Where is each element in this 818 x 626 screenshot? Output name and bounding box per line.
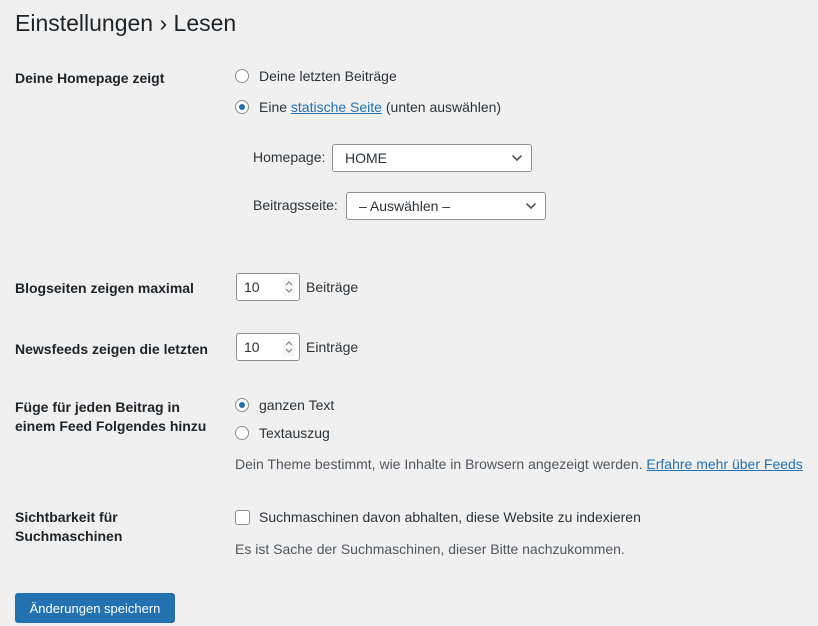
radio-static-page[interactable] <box>235 100 249 114</box>
discourage-search-label: Suchmaschinen davon abhalten, diese Webs… <box>259 509 641 525</box>
feed-content-label: Füge für jeden Beitrag in einem Feed Fol… <box>15 399 207 434</box>
homepage-select-label: Homepage: <box>253 149 326 165</box>
option-static-suffix: (unten auswählen) <box>385 99 502 115</box>
radio-excerpt[interactable] <box>235 426 249 440</box>
homepage-select[interactable]: HOME <box>332 144 532 172</box>
discourage-search-checkbox[interactable] <box>235 509 250 525</box>
homepage-select-value: HOME <box>345 150 387 166</box>
newsfeeds-value: 10 <box>244 339 260 355</box>
spinner-arrows-icon[interactable] <box>283 338 295 356</box>
newsfeeds-unit: Einträge <box>306 339 359 355</box>
posts-page-select-label: Beitragsseite: <box>253 197 338 213</box>
feed-description-text: Dein Theme bestimmt, wie Inhalte in Brow… <box>235 456 643 472</box>
option-static-prefix: Eine <box>259 99 288 115</box>
learn-more-feeds-link[interactable]: Erfahre mehr über Feeds <box>646 456 802 472</box>
spinner-arrows-icon[interactable] <box>283 278 295 296</box>
save-button[interactable]: Änderungen speichern <box>15 593 175 623</box>
posts-page-select[interactable]: – Auswählen – <box>346 192 546 220</box>
page-title: Einstellungen › Lesen <box>15 10 237 36</box>
search-visibility-description: Es ist Sache der Suchmaschinen, dieser B… <box>235 541 625 557</box>
radio-full-text[interactable] <box>235 398 249 412</box>
search-visibility-label: Sichtbarkeit für Suchmaschinen <box>15 509 123 544</box>
static-page-link[interactable]: statische Seite <box>291 99 382 115</box>
newsfeeds-input[interactable]: 10 <box>236 333 300 361</box>
option-latest-posts-label: Deine letzten Beiträge <box>259 68 397 84</box>
option-static-page[interactable]: Eine statische Seite (unten auswählen) <box>235 99 501 115</box>
option-full-text-label: ganzen Text <box>259 397 335 413</box>
radio-latest-posts[interactable] <box>235 69 249 83</box>
blog-pages-label: Blogseiten zeigen maximal <box>15 280 194 296</box>
option-latest-posts[interactable]: Deine letzten Beiträge <box>235 68 397 84</box>
blog-pages-input[interactable]: 10 <box>236 273 300 301</box>
option-excerpt-label: Textauszug <box>259 425 330 441</box>
posts-page-select-value: – Auswählen – <box>359 198 451 214</box>
blog-pages-value: 10 <box>244 279 260 295</box>
chevron-down-icon <box>512 155 522 161</box>
option-full-text[interactable]: ganzen Text <box>235 397 334 413</box>
homepage-displays-label: Deine Homepage zeigt <box>15 70 165 86</box>
chevron-down-icon <box>526 203 536 209</box>
blog-pages-unit: Beiträge <box>306 279 359 295</box>
feed-description-row: Dein Theme bestimmt, wie Inhalte in Brow… <box>0 454 818 476</box>
option-discourage-search[interactable]: Suchmaschinen davon abhalten, diese Webs… <box>235 509 641 525</box>
newsfeeds-label: Newsfeeds zeigen die letzten <box>15 341 208 357</box>
feed-description: Dein Theme bestimmt, wie Inhalte in Brow… <box>235 456 803 472</box>
option-excerpt[interactable]: Textauszug <box>235 425 330 441</box>
